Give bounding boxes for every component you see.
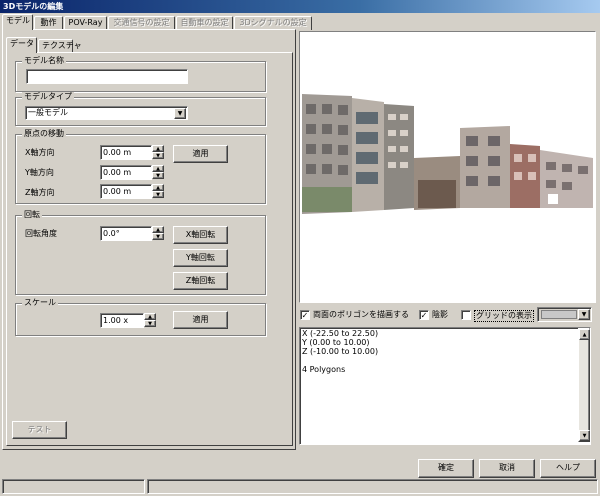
spin-down-icon[interactable]: ▼ [152, 233, 164, 240]
origin-z-label: Z軸方向 [25, 188, 55, 197]
scale-spinner[interactable]: ▲ ▼ [144, 313, 156, 328]
spin-down-icon[interactable]: ▼ [152, 152, 164, 159]
tab-main-5[interactable]: 3Dシグナルの設定 [234, 16, 312, 30]
origin-x-input[interactable]: 0.00 m [100, 145, 152, 160]
info-line: Z (-10.00 to 10.00) [302, 347, 379, 356]
color-swatch [541, 310, 577, 319]
spin-up-icon[interactable]: ▲ [144, 313, 156, 320]
scroll-up-icon[interactable]: ▲ [579, 329, 590, 340]
window-title: 3Dモデルの編集 [0, 0, 600, 13]
info-line: X (-22.50 to 22.50) [302, 329, 379, 338]
spin-up-icon[interactable]: ▲ [152, 145, 164, 152]
rotate-x-button[interactable]: X軸回転 [173, 226, 228, 244]
lighting-checkbox[interactable]: ✓ [419, 310, 429, 320]
cancel-button[interactable]: 取消 [479, 459, 535, 478]
building-texture-image [300, 32, 595, 302]
rotation-title: 回転 [22, 210, 42, 220]
origin-y-input[interactable]: 0.00 m [100, 165, 152, 180]
ok-button[interactable]: 確定 [418, 459, 474, 478]
chevron-down-icon[interactable]: ▼ [174, 108, 186, 119]
model-name-title: モデル名称 [22, 56, 66, 66]
spin-up-icon[interactable]: ▲ [152, 184, 164, 191]
rotation-angle-spinner[interactable]: ▲ ▼ [152, 226, 164, 241]
rotate-y-button[interactable]: Y軸回転 [173, 249, 228, 267]
scrollbar-vertical[interactable]: ▲ ▼ [578, 328, 590, 442]
rotate-z-button[interactable]: Z軸回転 [173, 272, 228, 290]
tab-main-0[interactable]: モデル [2, 14, 33, 30]
origin-z-spinner[interactable]: ▲ ▼ [152, 184, 164, 199]
spin-up-icon[interactable]: ▲ [152, 226, 164, 233]
model-type-select[interactable]: 一般モデル ▼ [25, 106, 188, 120]
chevron-down-icon[interactable]: ▼ [578, 309, 590, 320]
info-line [302, 356, 588, 365]
origin-y-label: Y軸方向 [25, 168, 54, 177]
model-name-input[interactable] [26, 69, 188, 84]
help-button[interactable]: ヘルプ [540, 459, 596, 478]
test-button[interactable]: テスト [12, 421, 67, 439]
model-info-lines: X (-22.50 to 22.50) Y (0.00 to 10.00) Z (-… [302, 329, 588, 374]
tab-main-3[interactable]: 交通信号の設定 [108, 16, 175, 30]
rotation-angle-input[interactable]: 0.0° [100, 226, 152, 241]
double-sided-label[interactable]: 両面のポリゴンを描画する [313, 310, 409, 320]
model-info-textarea[interactable]: X (-22.50 to 22.50) Y (0.00 to 10.00) Z (-… [299, 327, 591, 445]
lighting-label[interactable]: 陰影 [432, 310, 448, 320]
spin-down-icon[interactable]: ▼ [152, 172, 164, 179]
tab-main-1[interactable]: 動作 [34, 16, 63, 30]
spin-up-icon[interactable]: ▲ [152, 165, 164, 172]
origin-x-label: X軸方向 [25, 148, 55, 157]
tab-main-4[interactable]: 自動車の設定 [176, 16, 233, 30]
tab-sub-0[interactable]: データ [6, 37, 37, 53]
model-type-title: モデルタイプ [22, 92, 74, 102]
status-bar-cell [2, 479, 145, 494]
scale-input[interactable]: 1.00 x [100, 313, 144, 328]
tab-main-2[interactable]: POV-Ray [64, 16, 107, 30]
grid-checkbox[interactable] [461, 310, 471, 320]
status-bar-cell [147, 479, 598, 494]
origin-title: 原点の移動 [22, 129, 66, 139]
origin-y-spinner[interactable]: ▲ ▼ [152, 165, 164, 180]
info-line: 4 Polygons [302, 365, 346, 374]
spin-down-icon[interactable]: ▼ [144, 320, 156, 327]
scale-title: スケール [22, 298, 58, 308]
grid-label[interactable]: グリッドの表示 [474, 310, 534, 322]
scale-apply-button[interactable]: 適用 [173, 311, 228, 329]
origin-apply-button[interactable]: 適用 [173, 145, 228, 163]
spin-down-icon[interactable]: ▼ [152, 191, 164, 198]
double-sided-checkbox[interactable]: ✓ [300, 310, 310, 320]
model-preview-viewport[interactable] [299, 31, 596, 303]
model-type-value: 一般モデル [28, 108, 68, 117]
background-color-picker[interactable]: ▼ [537, 307, 592, 322]
origin-z-input[interactable]: 0.00 m [100, 184, 152, 199]
scroll-down-icon[interactable]: ▼ [579, 430, 590, 441]
tab-sub-1[interactable]: テクスチャ [38, 39, 82, 53]
origin-x-spinner[interactable]: ▲ ▼ [152, 145, 164, 160]
info-line: Y (0.00 to 10.00) [302, 338, 370, 347]
rotation-angle-label: 回転角度 [25, 229, 57, 238]
